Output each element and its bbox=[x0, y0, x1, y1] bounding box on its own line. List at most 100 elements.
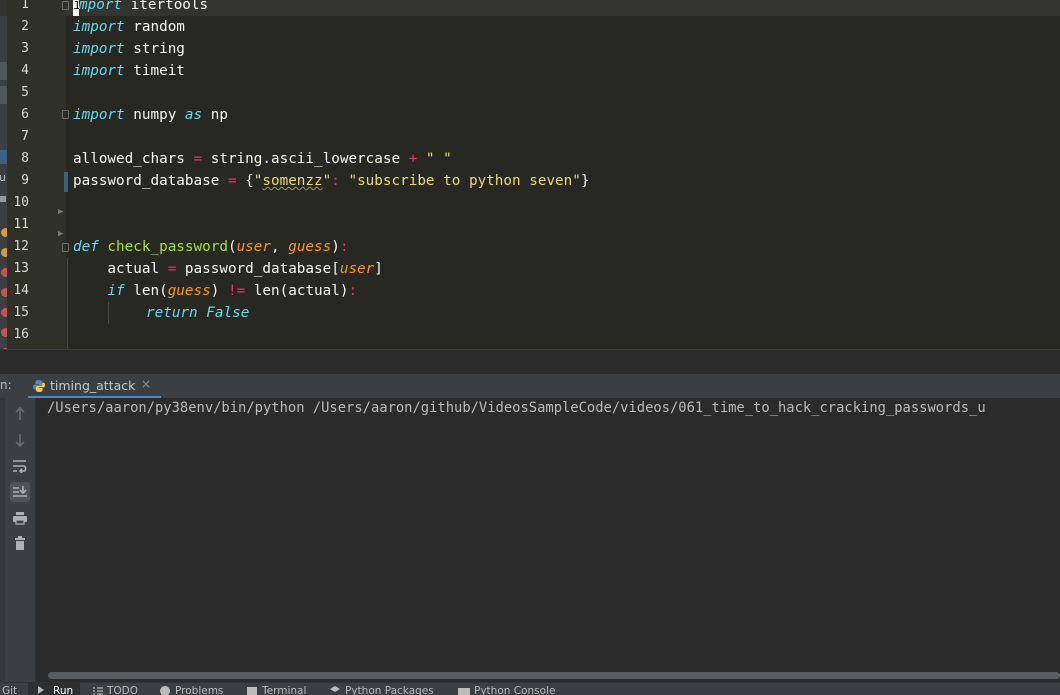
console-output-area[interactable]: /Users/aaron/py38env/bin/python /Users/a… bbox=[36, 398, 1060, 682]
fold-marker-icon[interactable] bbox=[62, 243, 69, 252]
code-line-12[interactable]: def check_password(user, guess): bbox=[73, 236, 348, 258]
code-line-3[interactable]: import string bbox=[73, 38, 185, 60]
keyword: if bbox=[73, 283, 125, 299]
line-number: 5 bbox=[21, 85, 29, 100]
module-name: random bbox=[124, 19, 185, 35]
clear-all-button[interactable] bbox=[10, 533, 30, 553]
variable: actual bbox=[73, 261, 168, 277]
string-literal: "subscribe to python seven" bbox=[339, 173, 581, 189]
variable: password_database bbox=[73, 173, 228, 189]
strip-marker bbox=[0, 196, 6, 202]
code-line-14[interactable]: if len(guess) != len(actual): bbox=[73, 280, 357, 302]
builtin-call: len( bbox=[124, 283, 168, 299]
module-name: string bbox=[124, 41, 185, 57]
line-number: 13 bbox=[13, 261, 29, 276]
fold-marker-icon[interactable] bbox=[62, 1, 69, 10]
run-tool-tab[interactable]: Run bbox=[28, 683, 80, 695]
panel-splitter[interactable] bbox=[0, 350, 1060, 374]
code-line-9[interactable]: password_database = {"somenzz": "subscri… bbox=[73, 170, 589, 192]
arrow-up-icon bbox=[15, 407, 25, 420]
line-number: 12 bbox=[13, 239, 29, 254]
parameter: user bbox=[339, 261, 375, 277]
code-line-4[interactable]: import timeit bbox=[73, 60, 185, 82]
run-tab-label: timing_attack bbox=[50, 378, 136, 393]
change-marker bbox=[64, 172, 68, 192]
indent-guide bbox=[67, 258, 68, 350]
string-quote: " bbox=[322, 173, 332, 189]
keyword: return bbox=[146, 305, 198, 321]
line-number: 2 bbox=[21, 19, 29, 34]
comma: , bbox=[271, 239, 289, 255]
operator: = bbox=[227, 173, 237, 189]
soft-wrap-icon bbox=[13, 460, 27, 473]
console-command-line: /Users/aaron/py38env/bin/python /Users/a… bbox=[47, 400, 986, 416]
keyword: import bbox=[73, 107, 125, 123]
strip-tab[interactable] bbox=[0, 62, 7, 80]
bracket: ] bbox=[374, 261, 383, 277]
operator: != bbox=[227, 283, 246, 299]
line-number: 11 bbox=[13, 217, 29, 232]
parameter: guess bbox=[288, 239, 332, 255]
code-line-2[interactable]: import random bbox=[73, 16, 185, 38]
horizontal-scrollbar[interactable] bbox=[48, 672, 1060, 679]
line-number: 8 bbox=[21, 151, 29, 166]
scroll-up-button[interactable] bbox=[10, 404, 30, 424]
arrow-down-icon bbox=[15, 434, 25, 447]
parameter: guess bbox=[167, 283, 211, 299]
string-literal: somenzz bbox=[262, 173, 323, 189]
trash-icon bbox=[15, 535, 25, 550]
run-tool-window-header: n: timing_attack × bbox=[0, 374, 1060, 399]
paren: ) bbox=[210, 283, 228, 299]
close-icon[interactable]: × bbox=[141, 377, 151, 391]
console-toolbar bbox=[0, 398, 36, 682]
code-line-13[interactable]: actual = password_database[user] bbox=[73, 258, 383, 280]
toolbar-edge bbox=[0, 398, 5, 682]
line-number: 9 bbox=[21, 173, 29, 188]
operator: = bbox=[167, 261, 177, 277]
constant: False bbox=[197, 305, 250, 321]
scroll-down-button[interactable] bbox=[10, 430, 30, 450]
function-name: check_password bbox=[98, 239, 228, 255]
indent-guide bbox=[108, 302, 109, 324]
line-number: 16 bbox=[13, 327, 29, 342]
run-tab-timing-attack[interactable]: timing_attack × bbox=[28, 374, 161, 399]
string-literal: " " bbox=[417, 151, 452, 167]
fold-marker-icon[interactable] bbox=[62, 110, 69, 119]
fold-arrow-icon[interactable]: ▶ bbox=[58, 207, 63, 217]
keyword: mport bbox=[79, 0, 123, 13]
module-alias: np bbox=[202, 107, 228, 123]
strip-tab[interactable] bbox=[0, 86, 7, 104]
expression: password_database[ bbox=[176, 261, 340, 277]
print-icon bbox=[13, 512, 27, 525]
code-line-6[interactable]: import numpy as np bbox=[73, 104, 228, 126]
line-number: 3 bbox=[21, 41, 29, 56]
parameter: user bbox=[236, 239, 271, 255]
operator: = bbox=[193, 151, 203, 167]
print-button[interactable] bbox=[10, 508, 30, 528]
brace: { bbox=[236, 173, 254, 189]
soft-wrap-button[interactable] bbox=[10, 456, 30, 476]
strip-tab-active[interactable] bbox=[0, 150, 7, 164]
line-number: 6 bbox=[21, 107, 29, 122]
variable: allowed_chars bbox=[73, 151, 194, 167]
code-line-15[interactable]: return False bbox=[146, 302, 249, 324]
operator: : bbox=[339, 239, 349, 255]
keyword: as bbox=[184, 107, 203, 123]
fold-arrow-icon[interactable]: ▶ bbox=[58, 229, 63, 239]
line-number: 1 bbox=[21, 0, 29, 12]
code-editor[interactable]: u 1 2 3 4 5 6 7 8 9 10 11 12 13 14 15 16… bbox=[0, 0, 1060, 350]
scroll-to-end-button[interactable] bbox=[10, 482, 30, 502]
paren: ( bbox=[227, 239, 237, 255]
code-line-8[interactable]: allowed_chars = string.ascii_lowercase +… bbox=[73, 148, 452, 170]
module-name: numpy bbox=[124, 107, 185, 123]
run-label: n: bbox=[0, 378, 12, 392]
module-name: timeit bbox=[124, 63, 185, 79]
line-number: 14 bbox=[13, 283, 29, 298]
code-line-1[interactable]: import itertools bbox=[73, 0, 208, 16]
python-icon bbox=[33, 380, 45, 392]
strip-text: u bbox=[0, 171, 6, 184]
project-tool-strip[interactable]: u bbox=[0, 0, 10, 350]
play-icon bbox=[38, 686, 44, 694]
line-number: 7 bbox=[21, 129, 29, 144]
line-number: 15 bbox=[13, 305, 29, 320]
